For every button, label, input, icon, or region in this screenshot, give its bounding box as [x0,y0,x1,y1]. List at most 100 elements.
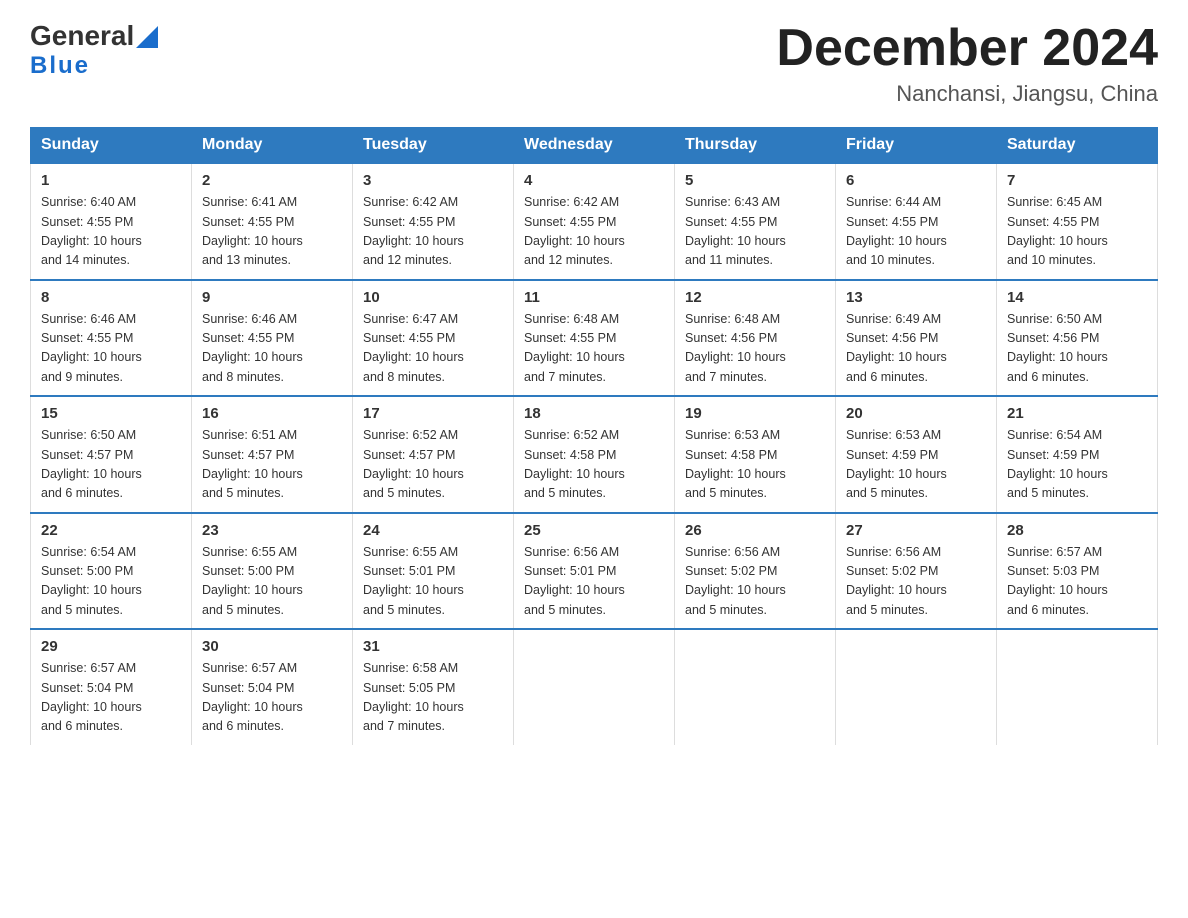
logo: General Blue [30,20,158,80]
calendar-cell: 25 Sunrise: 6:56 AMSunset: 5:01 PMDaylig… [514,513,675,630]
header-sunday: Sunday [31,128,192,164]
day-info: Sunrise: 6:54 AMSunset: 5:00 PMDaylight:… [41,545,142,617]
day-number: 24 [363,522,503,539]
day-info: Sunrise: 6:51 AMSunset: 4:57 PMDaylight:… [202,428,303,500]
calendar-week-row: 15 Sunrise: 6:50 AMSunset: 4:57 PMDaylig… [31,396,1158,513]
calendar-week-row: 1 Sunrise: 6:40 AMSunset: 4:55 PMDayligh… [31,163,1158,280]
day-number: 23 [202,522,342,539]
calendar-cell [675,629,836,745]
page-subtitle: Nanchansi, Jiangsu, China [776,81,1158,107]
day-info: Sunrise: 6:43 AMSunset: 4:55 PMDaylight:… [685,195,786,267]
calendar-week-row: 8 Sunrise: 6:46 AMSunset: 4:55 PMDayligh… [31,280,1158,397]
day-number: 27 [846,522,986,539]
day-number: 26 [685,522,825,539]
calendar-cell: 13 Sunrise: 6:49 AMSunset: 4:56 PMDaylig… [836,280,997,397]
page-title: December 2024 [776,20,1158,77]
logo-blue-text: Blue [30,52,158,80]
day-info: Sunrise: 6:50 AMSunset: 4:57 PMDaylight:… [41,428,142,500]
header-thursday: Thursday [675,128,836,164]
calendar-cell: 21 Sunrise: 6:54 AMSunset: 4:59 PMDaylig… [997,396,1158,513]
day-info: Sunrise: 6:47 AMSunset: 4:55 PMDaylight:… [363,312,464,384]
day-info: Sunrise: 6:53 AMSunset: 4:59 PMDaylight:… [846,428,947,500]
day-info: Sunrise: 6:48 AMSunset: 4:55 PMDaylight:… [524,312,625,384]
day-info: Sunrise: 6:46 AMSunset: 4:55 PMDaylight:… [41,312,142,384]
calendar-cell [514,629,675,745]
day-info: Sunrise: 6:50 AMSunset: 4:56 PMDaylight:… [1007,312,1108,384]
day-number: 11 [524,289,664,306]
day-info: Sunrise: 6:57 AMSunset: 5:04 PMDaylight:… [41,661,142,733]
day-number: 17 [363,405,503,422]
calendar-cell: 24 Sunrise: 6:55 AMSunset: 5:01 PMDaylig… [353,513,514,630]
day-number: 25 [524,522,664,539]
day-number: 20 [846,405,986,422]
day-number: 31 [363,638,503,655]
calendar-cell: 4 Sunrise: 6:42 AMSunset: 4:55 PMDayligh… [514,163,675,280]
calendar-week-row: 22 Sunrise: 6:54 AMSunset: 5:00 PMDaylig… [31,513,1158,630]
day-info: Sunrise: 6:53 AMSunset: 4:58 PMDaylight:… [685,428,786,500]
calendar-cell: 9 Sunrise: 6:46 AMSunset: 4:55 PMDayligh… [192,280,353,397]
calendar-cell: 20 Sunrise: 6:53 AMSunset: 4:59 PMDaylig… [836,396,997,513]
logo-general-text: General [30,20,134,52]
page-header: General Blue December 2024 Nanchansi, Ji… [30,20,1158,107]
day-number: 2 [202,172,342,189]
day-number: 28 [1007,522,1147,539]
calendar-cell: 7 Sunrise: 6:45 AMSunset: 4:55 PMDayligh… [997,163,1158,280]
calendar-cell: 12 Sunrise: 6:48 AMSunset: 4:56 PMDaylig… [675,280,836,397]
calendar-cell: 22 Sunrise: 6:54 AMSunset: 5:00 PMDaylig… [31,513,192,630]
day-info: Sunrise: 6:42 AMSunset: 4:55 PMDaylight:… [524,195,625,267]
day-info: Sunrise: 6:56 AMSunset: 5:02 PMDaylight:… [685,545,786,617]
day-number: 22 [41,522,181,539]
calendar-cell: 6 Sunrise: 6:44 AMSunset: 4:55 PMDayligh… [836,163,997,280]
day-info: Sunrise: 6:55 AMSunset: 5:00 PMDaylight:… [202,545,303,617]
day-info: Sunrise: 6:49 AMSunset: 4:56 PMDaylight:… [846,312,947,384]
day-info: Sunrise: 6:42 AMSunset: 4:55 PMDaylight:… [363,195,464,267]
day-number: 30 [202,638,342,655]
calendar-cell: 11 Sunrise: 6:48 AMSunset: 4:55 PMDaylig… [514,280,675,397]
day-info: Sunrise: 6:44 AMSunset: 4:55 PMDaylight:… [846,195,947,267]
calendar-week-row: 29 Sunrise: 6:57 AMSunset: 5:04 PMDaylig… [31,629,1158,745]
calendar-cell: 18 Sunrise: 6:52 AMSunset: 4:58 PMDaylig… [514,396,675,513]
calendar-cell: 2 Sunrise: 6:41 AMSunset: 4:55 PMDayligh… [192,163,353,280]
logo-triangle-icon [136,26,158,48]
calendar-cell: 1 Sunrise: 6:40 AMSunset: 4:55 PMDayligh… [31,163,192,280]
day-info: Sunrise: 6:45 AMSunset: 4:55 PMDaylight:… [1007,195,1108,267]
header-friday: Friday [836,128,997,164]
calendar-cell: 19 Sunrise: 6:53 AMSunset: 4:58 PMDaylig… [675,396,836,513]
day-info: Sunrise: 6:48 AMSunset: 4:56 PMDaylight:… [685,312,786,384]
day-info: Sunrise: 6:41 AMSunset: 4:55 PMDaylight:… [202,195,303,267]
calendar-cell: 23 Sunrise: 6:55 AMSunset: 5:00 PMDaylig… [192,513,353,630]
day-info: Sunrise: 6:46 AMSunset: 4:55 PMDaylight:… [202,312,303,384]
calendar-table: SundayMondayTuesdayWednesdayThursdayFrid… [30,127,1158,745]
day-info: Sunrise: 6:52 AMSunset: 4:57 PMDaylight:… [363,428,464,500]
calendar-cell: 17 Sunrise: 6:52 AMSunset: 4:57 PMDaylig… [353,396,514,513]
day-number: 7 [1007,172,1147,189]
day-info: Sunrise: 6:55 AMSunset: 5:01 PMDaylight:… [363,545,464,617]
calendar-cell: 8 Sunrise: 6:46 AMSunset: 4:55 PMDayligh… [31,280,192,397]
day-info: Sunrise: 6:40 AMSunset: 4:55 PMDaylight:… [41,195,142,267]
day-number: 14 [1007,289,1147,306]
calendar-cell: 31 Sunrise: 6:58 AMSunset: 5:05 PMDaylig… [353,629,514,745]
calendar-cell: 29 Sunrise: 6:57 AMSunset: 5:04 PMDaylig… [31,629,192,745]
day-number: 29 [41,638,181,655]
day-number: 10 [363,289,503,306]
calendar-cell: 15 Sunrise: 6:50 AMSunset: 4:57 PMDaylig… [31,396,192,513]
day-info: Sunrise: 6:58 AMSunset: 5:05 PMDaylight:… [363,661,464,733]
day-number: 12 [685,289,825,306]
day-info: Sunrise: 6:56 AMSunset: 5:02 PMDaylight:… [846,545,947,617]
day-info: Sunrise: 6:56 AMSunset: 5:01 PMDaylight:… [524,545,625,617]
calendar-cell: 26 Sunrise: 6:56 AMSunset: 5:02 PMDaylig… [675,513,836,630]
calendar-header-row: SundayMondayTuesdayWednesdayThursdayFrid… [31,128,1158,164]
calendar-cell: 5 Sunrise: 6:43 AMSunset: 4:55 PMDayligh… [675,163,836,280]
day-number: 18 [524,405,664,422]
day-info: Sunrise: 6:57 AMSunset: 5:03 PMDaylight:… [1007,545,1108,617]
day-info: Sunrise: 6:57 AMSunset: 5:04 PMDaylight:… [202,661,303,733]
calendar-cell: 27 Sunrise: 6:56 AMSunset: 5:02 PMDaylig… [836,513,997,630]
day-number: 8 [41,289,181,306]
day-number: 16 [202,405,342,422]
day-number: 19 [685,405,825,422]
calendar-cell [836,629,997,745]
day-number: 5 [685,172,825,189]
title-section: December 2024 Nanchansi, Jiangsu, China [776,20,1158,107]
calendar-cell: 14 Sunrise: 6:50 AMSunset: 4:56 PMDaylig… [997,280,1158,397]
calendar-cell: 30 Sunrise: 6:57 AMSunset: 5:04 PMDaylig… [192,629,353,745]
